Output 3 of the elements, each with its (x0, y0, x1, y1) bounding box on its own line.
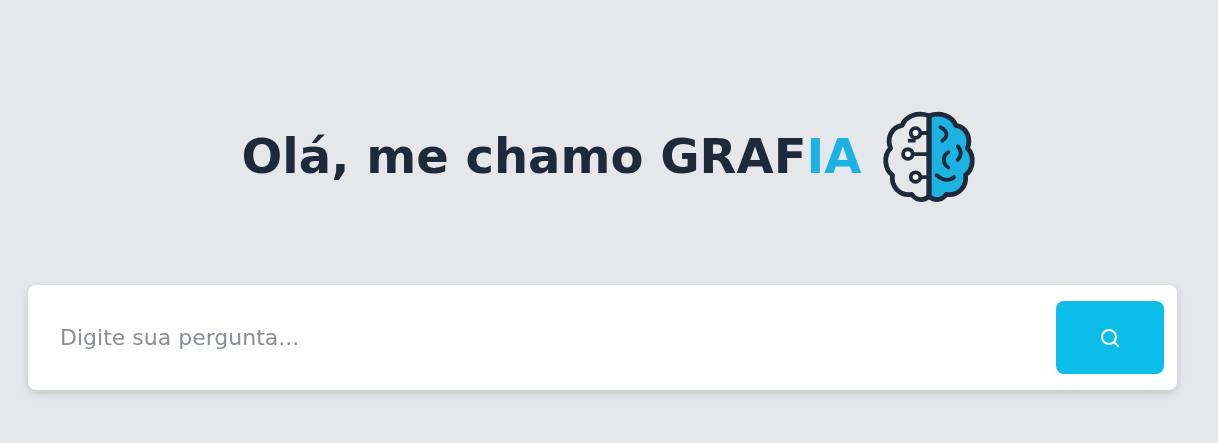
search-field[interactable]: Digite sua pergunta... (58, 324, 1056, 351)
page-title: Olá, me chamo GRAFIA (241, 128, 862, 184)
search-button[interactable] (1056, 301, 1164, 374)
